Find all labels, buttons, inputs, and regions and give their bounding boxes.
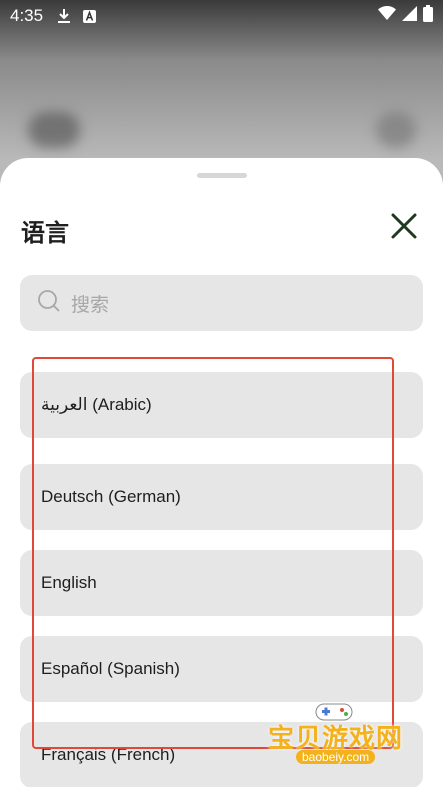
close-button[interactable] xyxy=(388,210,420,242)
status-bar: 4:35 xyxy=(0,0,443,32)
language-item-arabic[interactable]: العربية (Arabic) xyxy=(20,372,423,438)
wifi-icon xyxy=(378,6,396,26)
search-placeholder: 搜索 xyxy=(71,293,110,316)
status-right xyxy=(378,5,433,27)
language-item-french[interactable]: Français (French) xyxy=(20,722,423,787)
language-item-german[interactable]: Deutsch (German) xyxy=(20,464,423,530)
screen: 4:35 语言 搜索 العربية (Arabic) Deutsch (Ger… xyxy=(0,0,443,787)
download-icon xyxy=(57,8,71,24)
battery-icon xyxy=(423,5,433,27)
search-icon xyxy=(37,289,61,318)
search-input[interactable]: 搜索 xyxy=(20,275,423,331)
background-blur xyxy=(28,112,80,148)
background-blur xyxy=(376,112,416,148)
close-icon xyxy=(391,213,417,239)
status-time: 4:35 xyxy=(10,6,44,25)
language-item-english[interactable]: English xyxy=(20,550,423,616)
signal-icon xyxy=(402,6,417,26)
drag-handle[interactable] xyxy=(197,173,247,178)
language-sheet: 语言 搜索 العربية (Arabic) Deutsch (German) … xyxy=(0,158,443,787)
language-item-spanish[interactable]: Español (Spanish) xyxy=(20,636,423,702)
sheet-title: 语言 xyxy=(21,219,69,247)
a-badge-icon xyxy=(83,9,97,23)
